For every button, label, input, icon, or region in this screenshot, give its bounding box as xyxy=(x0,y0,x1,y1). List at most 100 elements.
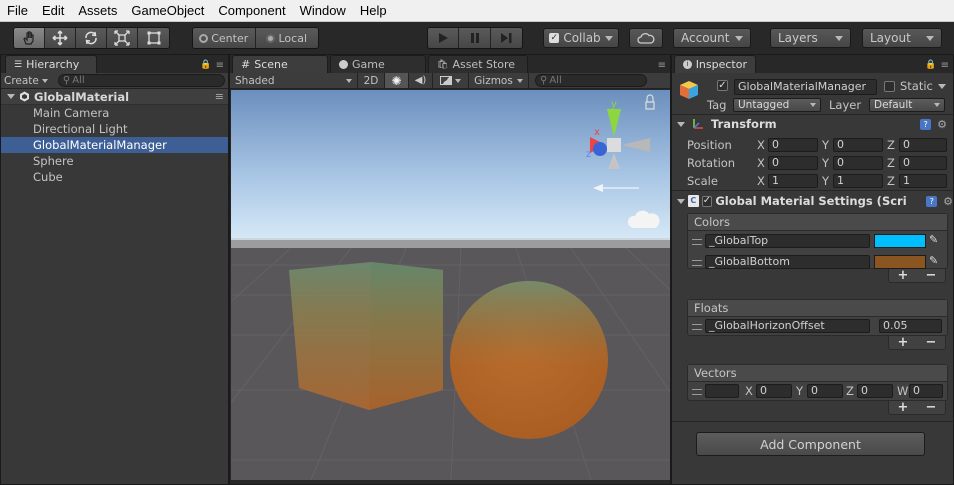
menu-gameobject[interactable]: GameObject xyxy=(124,3,211,18)
lock-icon[interactable]: 🔒 xyxy=(925,60,936,70)
gear-icon[interactable]: ⚙ xyxy=(937,118,947,131)
axis-z-label[interactable]: Z xyxy=(887,174,895,188)
hand-tool-button[interactable] xyxy=(14,28,45,48)
gizmos-dropdown[interactable]: Gizmos xyxy=(469,73,529,88)
axis-w-label[interactable]: W xyxy=(897,384,908,398)
pause-button[interactable] xyxy=(459,28,491,48)
float-value-field[interactable]: 0.05 xyxy=(879,319,942,333)
component-header[interactable]: C ✓ Global Material Settings (Scri ? ⚙ xyxy=(672,192,953,210)
scene-header-row[interactable]: GlobalMaterial ≡ xyxy=(1,89,228,105)
scene-menu-icon[interactable]: ≡ xyxy=(215,90,224,103)
tab-scene[interactable]: # Scene xyxy=(232,55,328,73)
remove-color-button[interactable]: − xyxy=(926,268,937,283)
remove-float-button[interactable]: − xyxy=(926,335,937,350)
scale-x-field[interactable]: 1 xyxy=(768,174,818,188)
create-dropdown[interactable]: Create xyxy=(4,75,48,87)
collab-dropdown[interactable]: ✓ Collab xyxy=(543,28,619,48)
add-color-button[interactable]: + xyxy=(898,268,909,283)
hierarchy-item[interactable]: Sphere xyxy=(1,153,228,169)
expand-arrow-icon[interactable] xyxy=(677,198,685,204)
shading-mode-dropdown[interactable]: Shaded xyxy=(230,73,358,88)
lighting-toggle[interactable]: ✺ xyxy=(385,73,409,88)
tab-asset-store[interactable]: 🛍 Asset Store xyxy=(428,55,528,73)
audio-toggle[interactable]: ◀) xyxy=(409,73,433,88)
eyedropper-icon[interactable]: ✎ xyxy=(929,233,938,246)
account-dropdown[interactable]: Account xyxy=(673,28,751,48)
position-x-field[interactable]: 0 xyxy=(768,138,818,152)
vector-y-field[interactable]: 0 xyxy=(807,384,843,398)
position-y-field[interactable]: 0 xyxy=(833,138,883,152)
object-name-input[interactable]: GlobalMaterialManager xyxy=(734,79,877,95)
2d-toggle[interactable]: 2D xyxy=(358,73,385,88)
transform-header[interactable]: Transform ? ⚙ xyxy=(672,115,953,133)
tab-inspector[interactable]: i Inspector xyxy=(674,55,756,73)
rotation-y-field[interactable]: 0 xyxy=(833,156,883,170)
eyedropper-icon[interactable]: ✎ xyxy=(929,254,938,267)
tag-dropdown[interactable]: Untagged xyxy=(733,98,821,112)
active-checkbox[interactable]: ✓ xyxy=(717,80,728,91)
menu-component[interactable]: Component xyxy=(211,3,292,18)
layout-dropdown[interactable]: Layout xyxy=(862,28,942,48)
scale-y-field[interactable]: 1 xyxy=(833,174,883,188)
axis-y-label[interactable]: Y xyxy=(822,156,829,170)
axis-y-label[interactable]: Y xyxy=(822,174,829,188)
scale-tool-button[interactable] xyxy=(107,28,138,48)
help-icon[interactable]: ? xyxy=(920,118,932,130)
panel-menu-icon[interactable]: ≡ xyxy=(216,60,224,71)
color-swatch-bottom[interactable] xyxy=(874,255,926,269)
color-name-field[interactable]: _GlobalTop xyxy=(705,234,870,248)
add-float-button[interactable]: + xyxy=(898,335,909,350)
axis-x-label[interactable]: X xyxy=(745,384,753,398)
vector-name-field[interactable] xyxy=(705,384,739,398)
menu-edit[interactable]: Edit xyxy=(35,3,71,18)
drag-handle-icon[interactable] xyxy=(692,324,702,330)
axis-z-label[interactable]: Z xyxy=(887,156,895,170)
menu-help[interactable]: Help xyxy=(353,3,394,18)
axis-x-label[interactable]: X xyxy=(757,156,765,170)
move-tool-button[interactable] xyxy=(45,28,76,48)
cloud-button[interactable] xyxy=(629,28,663,48)
scale-z-field[interactable]: 1 xyxy=(899,174,947,188)
axis-y-label[interactable]: Y xyxy=(796,384,803,398)
vector-w-field[interactable]: 0 xyxy=(909,384,943,398)
add-vector-button[interactable]: + xyxy=(898,400,909,415)
play-button[interactable] xyxy=(428,28,460,48)
hierarchy-item[interactable]: Directional Light xyxy=(1,121,228,137)
scene-search-input[interactable]: ⚲ All xyxy=(535,74,647,87)
rect-tool-button[interactable] xyxy=(138,28,169,48)
rotate-tool-button[interactable] xyxy=(76,28,107,48)
pivot-center-button[interactable]: Center xyxy=(193,28,256,48)
axis-z-label[interactable]: Z xyxy=(887,138,895,152)
axis-x-label[interactable]: X xyxy=(757,174,765,188)
expand-arrow-icon[interactable] xyxy=(7,94,15,99)
step-button[interactable] xyxy=(490,28,522,48)
effects-dropdown[interactable] xyxy=(433,73,469,88)
remove-vector-button[interactable]: − xyxy=(926,400,937,415)
layer-dropdown[interactable]: Default xyxy=(869,98,945,112)
layers-dropdown[interactable]: Layers xyxy=(770,28,851,48)
hierarchy-item-selected[interactable]: GlobalMaterialManager xyxy=(1,137,228,153)
drag-handle-icon[interactable] xyxy=(692,389,702,395)
color-name-field[interactable]: _GlobalBottom xyxy=(705,255,870,269)
scene-viewport[interactable]: y x z xyxy=(231,90,670,480)
drag-handle-icon[interactable] xyxy=(692,239,702,245)
axis-x-label[interactable]: X xyxy=(757,138,765,152)
vector-x-field[interactable]: 0 xyxy=(756,384,792,398)
static-checkbox[interactable] xyxy=(884,81,895,92)
float-name-field[interactable]: _GlobalHorizonOffset xyxy=(705,319,870,333)
help-icon[interactable]: ? xyxy=(926,195,938,207)
chevron-down-icon[interactable] xyxy=(938,84,946,89)
axis-y-label[interactable]: Y xyxy=(822,138,829,152)
tab-hierarchy[interactable]: ☰ Hierarchy xyxy=(5,55,97,73)
lock-icon[interactable]: 🔒 xyxy=(200,60,211,70)
panel-menu-icon[interactable]: ≡ xyxy=(941,60,949,71)
hierarchy-search-input[interactable]: ⚲ All xyxy=(57,74,225,87)
position-z-field[interactable]: 0 xyxy=(899,138,947,152)
rotation-z-field[interactable]: 0 xyxy=(899,156,947,170)
menu-assets[interactable]: Assets xyxy=(71,3,124,18)
component-enabled-checkbox[interactable]: ✓ xyxy=(701,195,713,207)
add-component-button[interactable]: Add Component xyxy=(696,432,925,456)
vector-z-field[interactable]: 0 xyxy=(857,384,893,398)
color-swatch-top[interactable] xyxy=(874,234,926,248)
menu-window[interactable]: Window xyxy=(293,3,353,18)
